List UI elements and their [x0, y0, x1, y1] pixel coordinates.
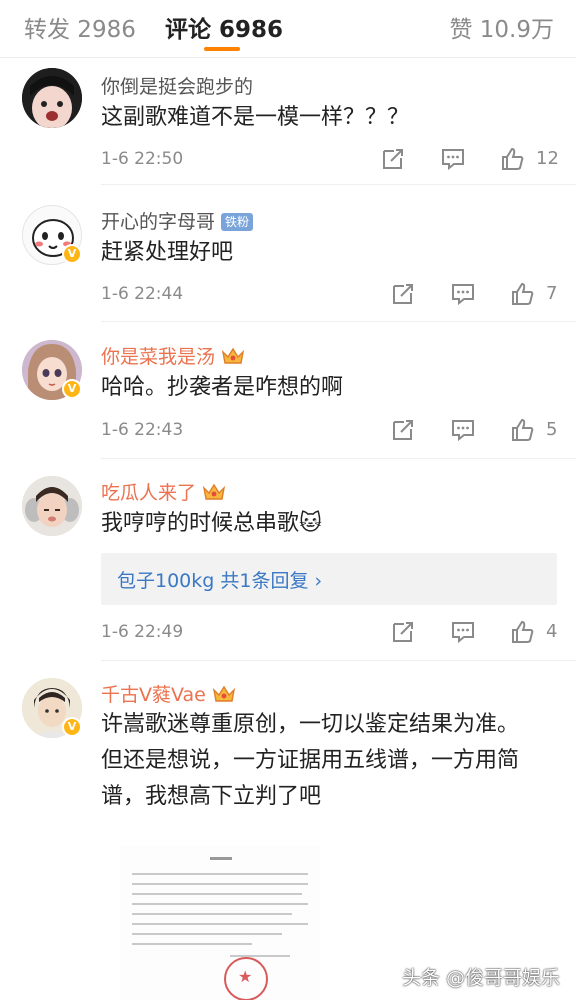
- doc-text-line: [132, 903, 308, 905]
- doc-text-line: [132, 933, 282, 935]
- comment-time: 1-6 22:44: [101, 284, 184, 304]
- doc-text-line: [132, 873, 308, 875]
- repost-icon[interactable]: [380, 146, 406, 172]
- comment-text-line: 但还是想说，一方证据用五线谱，一方用简: [101, 748, 520, 773]
- comment-icon[interactable]: [450, 417, 476, 443]
- comment-text: 哈哈。抄袭者是咋想的啊: [101, 375, 344, 400]
- like-count: 12: [536, 148, 559, 169]
- verified-icon: V: [62, 379, 82, 399]
- username-text: 千古V蕤Vae: [101, 684, 206, 706]
- reply-summary-box[interactable]: 包子100kg 共1条回复 ›: [101, 553, 557, 605]
- comment-time: 1-6 22:49: [101, 622, 184, 642]
- doc-text-line: [132, 943, 252, 945]
- doc-text-line: [132, 883, 308, 885]
- crown-icon: [202, 483, 226, 500]
- repost-icon[interactable]: [390, 619, 416, 645]
- comment-icon[interactable]: [450, 281, 476, 307]
- repost-icon[interactable]: [390, 281, 416, 307]
- avatar[interactable]: [22, 476, 82, 536]
- like-icon[interactable]: [510, 417, 536, 443]
- doc-text-line: [132, 893, 302, 895]
- crown-icon: [212, 685, 235, 702]
- divider: [101, 321, 576, 322]
- comment-username[interactable]: 你倒是挺会跑步的: [101, 72, 253, 99]
- like-count: 5: [546, 419, 558, 440]
- divider: [101, 660, 576, 661]
- comment-text: 这副歌难道不是一模一样？？？: [101, 105, 410, 130]
- reply-summary-link[interactable]: 包子100kg 共1条回复 ›: [117, 566, 322, 593]
- username-text: 你是菜我是汤: [101, 346, 216, 368]
- repost-icon[interactable]: [390, 417, 416, 443]
- avatar[interactable]: [22, 68, 82, 128]
- verified-icon: V: [62, 717, 82, 737]
- comment-icon[interactable]: [450, 619, 476, 645]
- iron-fan-badge: 铁粉: [221, 213, 254, 231]
- comment-text: 我哼哼的时候总串歌🐱: [101, 511, 322, 536]
- tab-comments[interactable]: 评论 6986: [165, 10, 283, 44]
- comment-text: 赶紧处理好吧: [101, 240, 234, 265]
- like-count: 4: [546, 621, 558, 642]
- like-icon[interactable]: [510, 281, 536, 307]
- watermark: 头条 @俊哥哥娱乐: [401, 967, 560, 989]
- tab-repost[interactable]: 转发 2986: [24, 10, 136, 44]
- comment-icon[interactable]: [440, 146, 466, 172]
- verified-icon: V: [62, 244, 82, 264]
- like-count: 7: [546, 283, 558, 304]
- comment-time: 1-6 22:43: [101, 420, 184, 440]
- doc-text-line: [132, 913, 292, 915]
- doc-signature-line: [230, 955, 290, 957]
- comment-username[interactable]: 开心的字母哥 铁粉: [101, 207, 254, 234]
- comment-time: 1-6 22:50: [101, 149, 184, 169]
- comment-text-line: 谱，我想高下立判了吧: [101, 784, 322, 809]
- comment-username[interactable]: 千古V蕤Vae: [101, 680, 236, 707]
- comment-text-line: 许嵩歌迷尊重原创，一切以鉴定结果为准。: [101, 712, 520, 737]
- comment-username[interactable]: 吃瓜人来了: [101, 478, 226, 505]
- divider: [101, 184, 576, 185]
- username-text: 吃瓜人来了: [101, 482, 197, 504]
- statement-document-image[interactable]: [120, 845, 320, 1000]
- red-seal-stamp: [224, 957, 268, 1000]
- divider: [101, 458, 576, 459]
- comment-username[interactable]: 你是菜我是汤: [101, 342, 245, 369]
- comment-tabs: 转发 2986 评论 6986 赞 10.9万: [0, 0, 576, 58]
- like-icon[interactable]: [510, 619, 536, 645]
- username-text: 开心的字母哥: [101, 211, 216, 233]
- tab-likes[interactable]: 赞 10.9万: [449, 10, 554, 44]
- active-tab-indicator: [204, 47, 240, 51]
- like-icon[interactable]: [500, 146, 526, 172]
- crown-icon: [221, 347, 245, 364]
- doc-text-line: [132, 923, 308, 925]
- doc-title-mark: [210, 857, 232, 860]
